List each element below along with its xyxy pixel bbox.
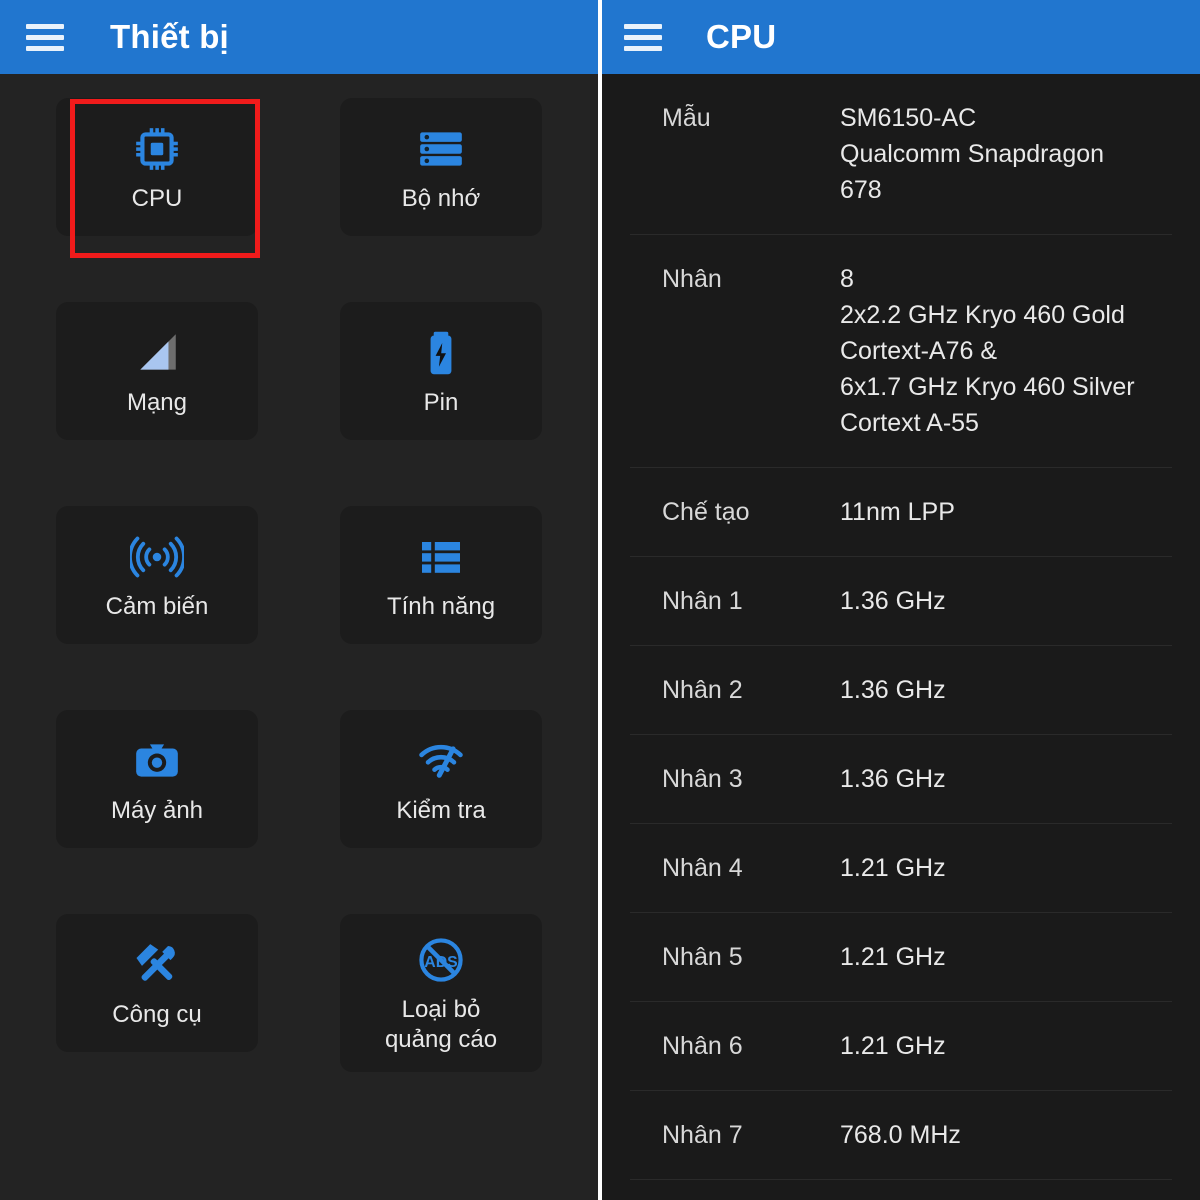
- detail-key: Nhân 1: [630, 583, 840, 619]
- camera-icon: [132, 732, 182, 790]
- tile-remove-ads[interactable]: ADS Loại bỏ quảng cáo: [340, 914, 542, 1072]
- tile-label: Tính năng: [387, 592, 495, 622]
- tile-label: Kiểm tra: [396, 796, 485, 826]
- detail-key: Mẫu: [630, 100, 840, 136]
- wifi-speed-test-icon: [415, 732, 467, 790]
- tile-cpu[interactable]: CPU: [56, 98, 258, 236]
- detail-row: Chế tạo 11nm LPP: [630, 468, 1172, 557]
- tile-speed-test[interactable]: Kiểm tra: [340, 710, 542, 848]
- page-title: CPU: [706, 18, 776, 56]
- tile-label: Mạng: [127, 388, 187, 418]
- detail-key: Nhân 4: [630, 850, 840, 886]
- detail-row: Nhân 8 2x2.2 GHz Kryo 460 Gold Cortext-A…: [630, 235, 1172, 468]
- detail-row: Nhân 3 1.36 GHz: [630, 735, 1172, 824]
- detail-row: Nhân 4 1.21 GHz: [630, 824, 1172, 913]
- detail-key: Nhân 7: [630, 1117, 840, 1153]
- detail-value: 1.21 GHz: [840, 939, 1172, 975]
- storage-icon: [416, 120, 466, 178]
- device-appbar: Thiết bị: [0, 0, 598, 74]
- detail-row: Nhân 5 1.21 GHz: [630, 913, 1172, 1002]
- detail-key: Nhân: [630, 261, 840, 297]
- tile-label: Cảm biến: [106, 592, 209, 622]
- tile-network[interactable]: Mạng: [56, 302, 258, 440]
- hamburger-menu-icon[interactable]: [26, 22, 66, 52]
- tile-label: Loại bỏ quảng cáo: [385, 995, 497, 1055]
- tile-sensors[interactable]: Cảm biến: [56, 506, 258, 644]
- detail-key: Nhân 6: [630, 1028, 840, 1064]
- detail-row: Nhân 6 1.21 GHz: [630, 1002, 1172, 1091]
- battery-charging-icon: [416, 324, 466, 382]
- detail-value: 1.21 GHz: [840, 1028, 1172, 1064]
- tools-hammer-wrench-icon: [131, 936, 183, 994]
- cpu-chip-icon: [132, 120, 182, 178]
- detail-row: Nhân 8 768.0 MHz: [630, 1180, 1172, 1200]
- detail-row: Nhân 2 1.36 GHz: [630, 646, 1172, 735]
- cpu-detail-list: Mẫu SM6150-AC Qualcomm Snapdragon 678 Nh…: [602, 74, 1200, 1200]
- detail-key: Nhân 5: [630, 939, 840, 975]
- detail-value: SM6150-AC Qualcomm Snapdragon 678: [840, 100, 1172, 208]
- tile-camera[interactable]: Máy ảnh: [56, 710, 258, 848]
- tile-label: CPU: [132, 184, 183, 214]
- detail-row: Mẫu SM6150-AC Qualcomm Snapdragon 678: [630, 74, 1172, 235]
- detail-row: Nhân 1 1.36 GHz: [630, 557, 1172, 646]
- detail-value: 1.36 GHz: [840, 761, 1172, 797]
- tile-features[interactable]: Tính năng: [340, 506, 542, 644]
- no-ads-icon: ADS: [416, 931, 466, 989]
- feature-list-icon: [417, 528, 465, 586]
- detail-key: Chế tạo: [630, 494, 840, 530]
- tile-label: Máy ảnh: [111, 796, 203, 826]
- detail-key: Nhân 3: [630, 761, 840, 797]
- detail-key: Nhân 2: [630, 672, 840, 708]
- detail-value: 1.36 GHz: [840, 672, 1172, 708]
- tile-battery[interactable]: Pin: [340, 302, 542, 440]
- detail-value: 11nm LPP: [840, 494, 1172, 530]
- device-panel: Thiết bị CPU: [0, 0, 598, 1200]
- signal-bars-icon: [132, 324, 182, 382]
- detail-value: 1.21 GHz: [840, 850, 1172, 886]
- cpu-appbar: CPU: [602, 0, 1200, 74]
- device-tile-grid: CPU Bộ nhớ: [0, 74, 598, 1072]
- tile-label: Pin: [424, 388, 459, 418]
- detail-row: Nhân 7 768.0 MHz: [630, 1091, 1172, 1180]
- tile-storage[interactable]: Bộ nhớ: [340, 98, 542, 236]
- tile-tools[interactable]: Công cụ: [56, 914, 258, 1052]
- tile-label: Công cụ: [112, 1000, 201, 1030]
- page-title: Thiết bị: [110, 18, 229, 56]
- detail-value: 8 2x2.2 GHz Kryo 460 Gold Cortext-A76 & …: [840, 261, 1172, 441]
- detail-value: 768.0 MHz: [840, 1117, 1172, 1153]
- app-root: Thiết bị CPU: [0, 0, 1200, 1200]
- hamburger-menu-icon[interactable]: [624, 22, 664, 52]
- tile-label: Bộ nhớ: [402, 184, 480, 214]
- cpu-panel: CPU Mẫu SM6150-AC Qualcomm Snapdragon 67…: [602, 0, 1200, 1200]
- sensor-waves-icon: [130, 528, 184, 586]
- detail-value: 1.36 GHz: [840, 583, 1172, 619]
